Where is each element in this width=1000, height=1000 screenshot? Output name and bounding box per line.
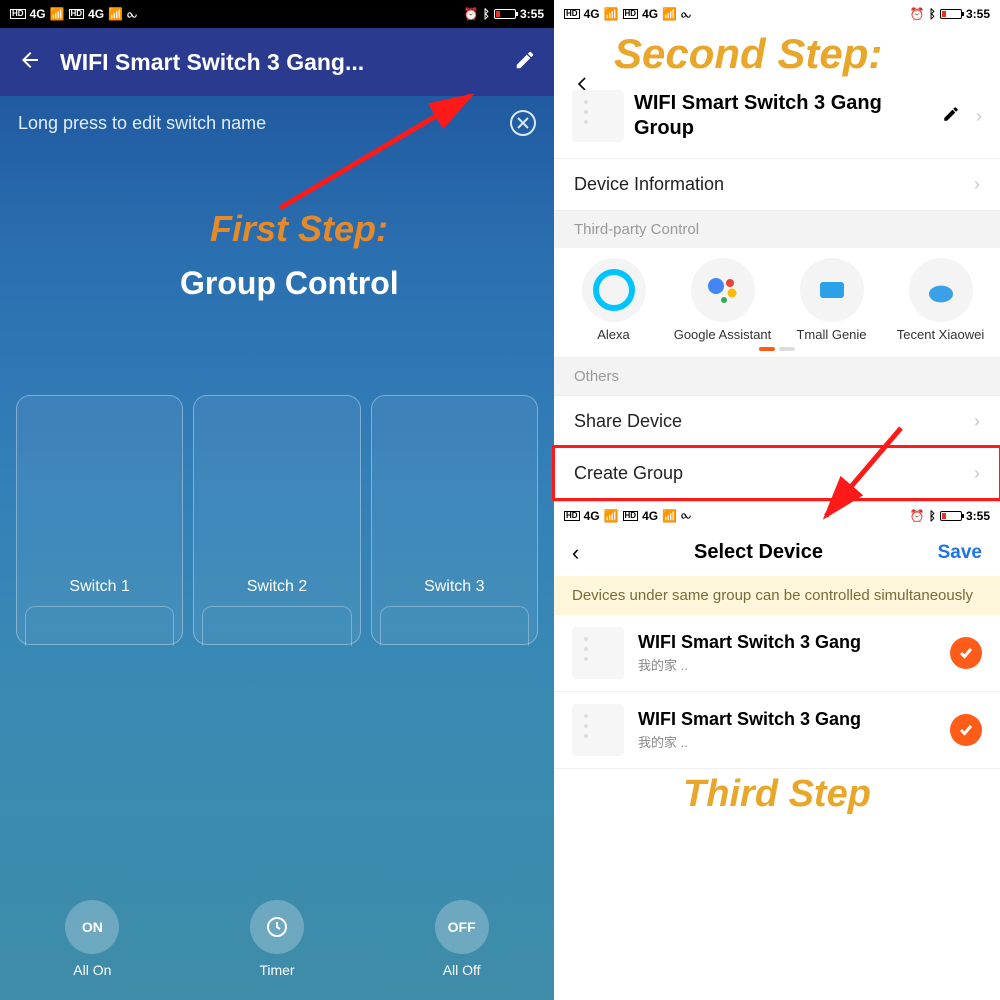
page-title: Select Device xyxy=(694,541,823,564)
all-off-button[interactable]: OFF All Off xyxy=(435,900,489,978)
integration-tmall-genie[interactable]: Tmall Genie xyxy=(778,258,885,343)
switch-label: Switch 3 xyxy=(372,578,537,596)
device-name: WIFI Smart Switch 3 Gang Group xyxy=(634,91,932,141)
network-label: 4G xyxy=(88,7,104,21)
alexa-icon xyxy=(582,258,646,322)
device-list-item[interactable]: WIFI Smart Switch 3 Gang我的家 .. xyxy=(554,692,1000,769)
timer-label: Timer xyxy=(259,962,294,978)
back-icon[interactable]: ‹ xyxy=(572,540,579,566)
chevron-right-icon: › xyxy=(974,174,980,195)
all-on-label: All On xyxy=(73,962,111,978)
network-label: 4G xyxy=(30,7,46,21)
chevron-right-icon: › xyxy=(974,463,980,484)
all-off-label: All Off xyxy=(443,962,481,978)
wifi-icon: ⧜ xyxy=(127,7,137,22)
device-thumbnail xyxy=(572,90,624,142)
annotation-first-step: First Step: xyxy=(210,208,388,250)
hint-bar: Long press to edit switch name xyxy=(0,96,554,150)
switch-cards: Switch 1 Switch 2 Switch 3 xyxy=(16,395,538,645)
edit-icon[interactable] xyxy=(942,105,960,128)
device-thumbnail xyxy=(572,627,624,679)
hd-icon: HD xyxy=(10,9,26,19)
integration-google-assistant[interactable]: Google Assistant xyxy=(669,258,776,343)
device-header: WIFI Smart Switch 3 Gang Group › xyxy=(554,80,1000,158)
menu-share-device[interactable]: Share Device› xyxy=(554,395,1000,447)
annotation-third-step: Third Step xyxy=(554,769,1000,816)
switch-card-1[interactable]: Switch 1 xyxy=(16,395,183,645)
status-bar: HD 4G 📶 HD 4G 📶 ⧜ ⏰ ᛒ 3:55 xyxy=(0,0,554,28)
device-list-item[interactable]: WIFI Smart Switch 3 Gang我的家 .. xyxy=(554,615,1000,692)
tmall-genie-icon xyxy=(800,258,864,322)
all-on-button[interactable]: ON All On xyxy=(65,900,119,978)
section-third-party: Third-party Control xyxy=(554,210,1000,248)
hd-icon: HD xyxy=(69,9,85,19)
chevron-right-icon: › xyxy=(976,106,982,127)
save-button[interactable]: Save xyxy=(938,542,982,564)
page-title: WIFI Smart Switch 3 Gang... xyxy=(60,49,496,76)
integrations-row: Alexa Google Assistant Tmall Genie Tecen… xyxy=(554,248,1000,345)
switch-card-2[interactable]: Switch 2 xyxy=(193,395,360,645)
edit-icon[interactable] xyxy=(514,49,536,76)
menu-device-information[interactable]: Device Information› xyxy=(554,158,1000,210)
screen-first-step: HD 4G 📶 HD 4G 📶 ⧜ ⏰ ᛒ 3:55 WIFI Smart Sw… xyxy=(0,0,554,1000)
hint-text: Long press to edit switch name xyxy=(18,113,266,134)
bottom-controls: ON All On Timer OFF All Off xyxy=(0,900,554,978)
timer-button[interactable]: Timer xyxy=(250,900,304,978)
chevron-right-icon: › xyxy=(974,411,980,432)
status-bar: HD4G📶HD4G📶⧜ ⏰ᛒ3:55 xyxy=(554,502,1000,530)
back-icon[interactable] xyxy=(18,48,42,77)
clock-time: 3:55 xyxy=(520,7,544,21)
google-assistant-icon xyxy=(691,258,755,322)
integration-alexa[interactable]: Alexa xyxy=(560,258,667,343)
screen-second-step: HD4G📶 HD4G📶 ⧜ ⏰ᛒ3:55 Second Step: WIFI S… xyxy=(554,0,1000,1000)
check-icon[interactable] xyxy=(950,637,982,669)
info-banner: Devices under same group can be controll… xyxy=(554,576,1000,616)
alarm-icon: ⏰ xyxy=(464,7,479,21)
page-indicator xyxy=(554,345,1000,357)
menu-create-group[interactable]: Create Group› xyxy=(554,447,1000,499)
integration-tecent-xiaowei[interactable]: Tecent Xiaowei xyxy=(887,258,994,343)
annotation-second-step: Second Step: xyxy=(554,28,1000,80)
status-bar: HD4G📶 HD4G📶 ⧜ ⏰ᛒ3:55 xyxy=(554,0,1000,28)
screen-third-step: HD4G📶HD4G📶⧜ ⏰ᛒ3:55 ‹ Select Device Save … xyxy=(554,501,1000,817)
check-icon[interactable] xyxy=(950,714,982,746)
bluetooth-icon: ᛒ xyxy=(483,7,490,21)
annotation-group-control: Group Control xyxy=(180,265,399,302)
tecent-xiaowei-icon xyxy=(909,258,973,322)
device-thumbnail xyxy=(572,704,624,756)
switch-label: Switch 2 xyxy=(194,578,359,596)
switch-card-3[interactable]: Switch 3 xyxy=(371,395,538,645)
section-others: Others xyxy=(554,357,1000,395)
switch-label: Switch 1 xyxy=(17,578,182,596)
app-header: WIFI Smart Switch 3 Gang... xyxy=(0,28,554,96)
close-icon[interactable] xyxy=(510,110,536,136)
battery-icon xyxy=(494,9,516,19)
